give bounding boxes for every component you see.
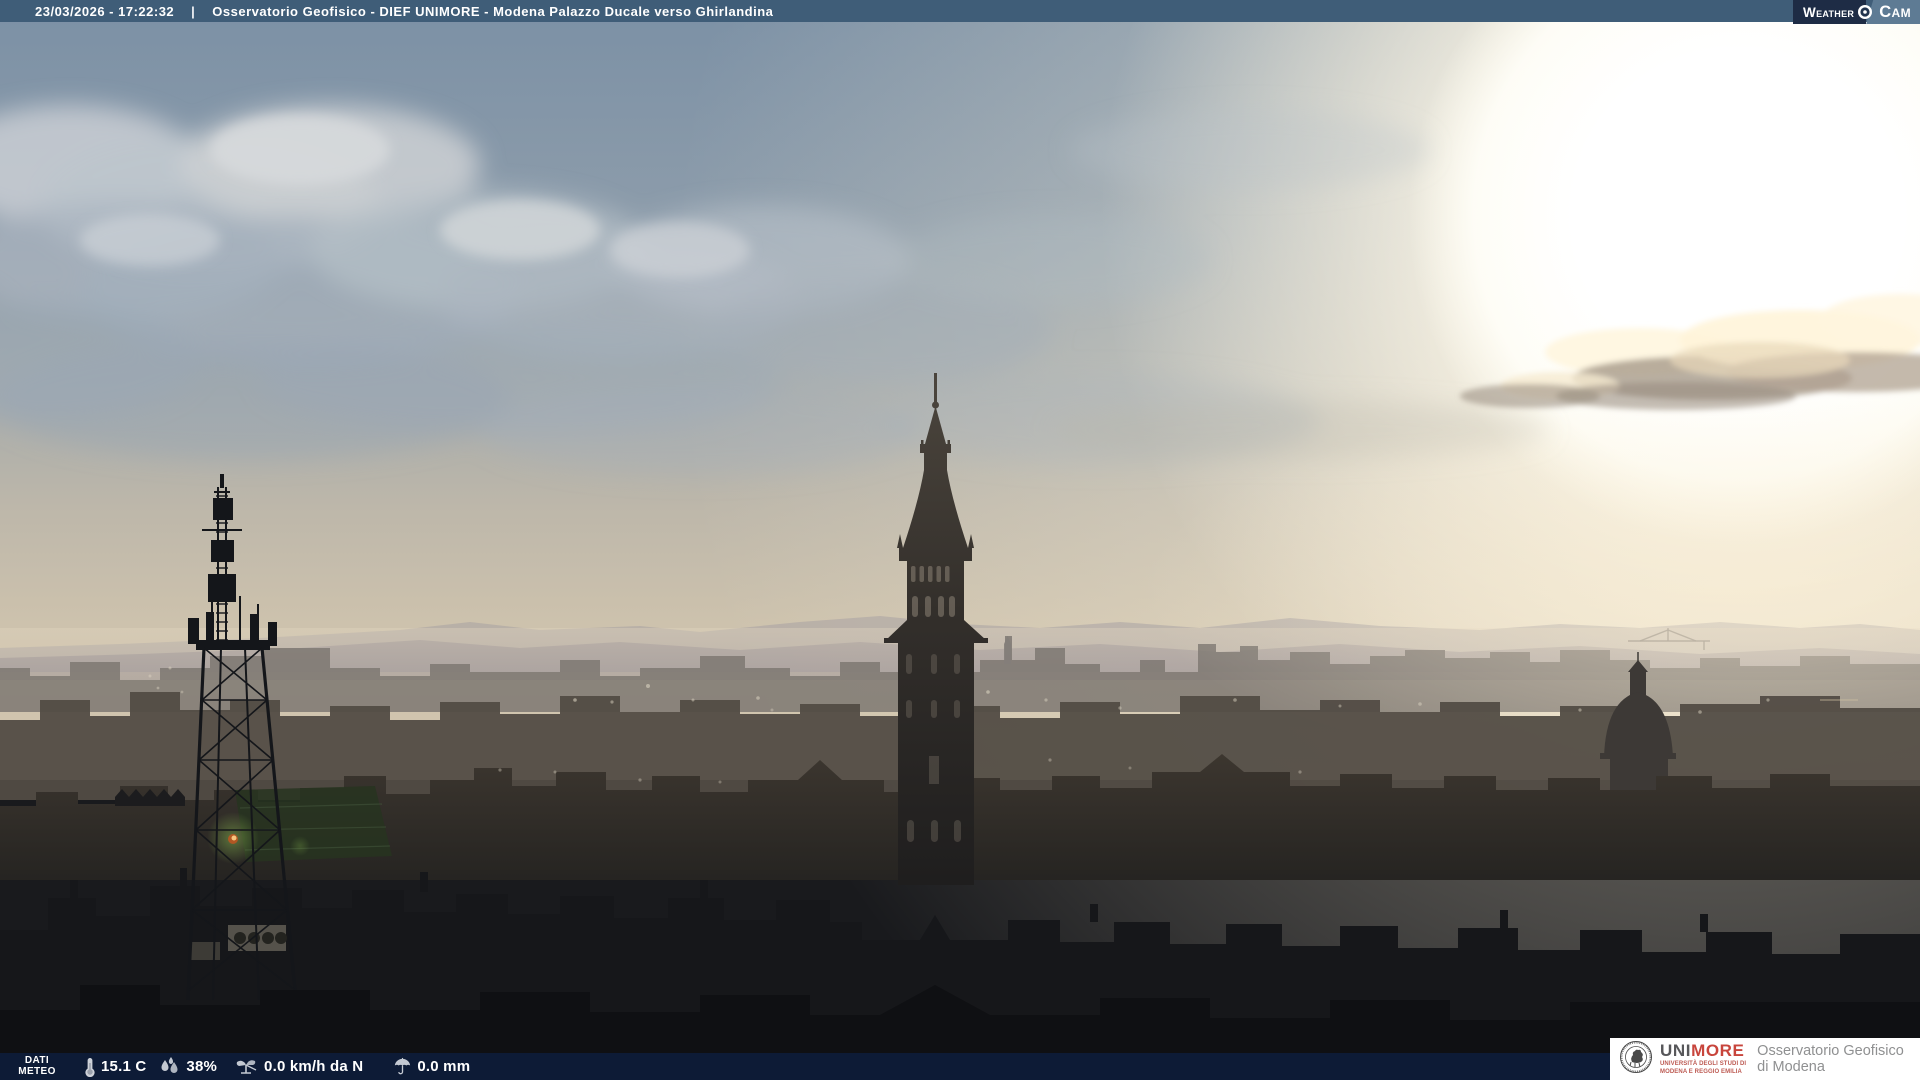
observatory-name-line1: Osservatorio Geofisico — [1757, 1042, 1904, 1059]
webcam-viewer: 23/03/2026 - 17:22:32 | Osservatorio Geo… — [0, 0, 1920, 1080]
water-drops-icon — [161, 1057, 178, 1073]
unimore-subtitle-line2: MODENA E REGGIO EMILIA — [1660, 1069, 1742, 1075]
unimore-subtitle-line1: UNIVERSITÀ DEGLI STUDI DI — [1660, 1060, 1747, 1067]
header-separator: | — [191, 3, 196, 19]
weathercam-logo: Weather Cam — [1793, 0, 1920, 24]
timestamp-label: 23/03/2026 - 17:22:32 — [35, 3, 175, 19]
camera-lens-icon — [1857, 4, 1873, 20]
weather-data-label: DATI METEO — [18, 1055, 56, 1077]
unimore-logo-card: UNIMORE UNIVERSITÀ DEGLI STUDI DI MODENA… — [1610, 1038, 1920, 1080]
anemometer-icon — [236, 1059, 257, 1074]
thermometer-icon — [85, 1057, 95, 1077]
temperature-reading: 15.1 C — [84, 1057, 146, 1077]
humidity-value: 38% — [186, 1058, 218, 1075]
sports-field — [235, 786, 392, 862]
webcam-image — [0, 0, 1920, 1080]
observatory-name: Osservatorio Geofisico di Modena — [1757, 1043, 1904, 1076]
unimore-uni: UNI — [1660, 1040, 1692, 1060]
observatory-name-line2: di Modena — [1757, 1059, 1825, 1075]
header-bar: 23/03/2026 - 17:22:32 | Osservatorio Geo… — [0, 0, 1920, 22]
wind-reading: 0.0 km/h da N — [233, 1057, 363, 1077]
rain-value: 0.0 mm — [417, 1058, 471, 1075]
umbrella-icon — [395, 1057, 411, 1075]
wind-value: 0.0 km/h da N — [264, 1058, 364, 1075]
weathercam-label-cam: Cam — [1879, 2, 1911, 21]
unimore-wordmark: UNIMORE UNIVERSITÀ DEGLI STUDI DI MODENA… — [1660, 1040, 1747, 1076]
humidity-reading: 38% — [159, 1057, 217, 1076]
rain-reading: 0.0 mm — [393, 1057, 470, 1076]
unimore-more: MORE — [1691, 1040, 1745, 1060]
weathercam-label-weather: Weather — [1803, 4, 1855, 20]
camera-title: Osservatorio Geofisico - DIEF UNIMORE - … — [212, 3, 774, 19]
unimore-seal-icon — [1619, 1040, 1653, 1079]
temperature-value: 15.1 C — [101, 1058, 147, 1075]
